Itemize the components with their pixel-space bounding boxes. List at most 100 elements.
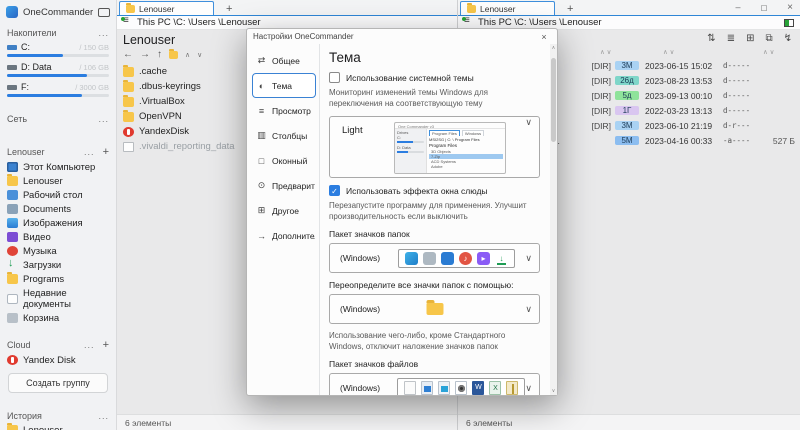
theme-selector-dropdown[interactable]: Light One Commander v3 Drives C: D: Data [329,116,540,178]
drive-d[interactable]: D: Data / 106 GB [0,60,116,80]
recycle-bin-icon [7,313,18,323]
dialog-close-icon[interactable]: × [537,32,551,42]
sidebar-item-downloads[interactable]: Загрузки [0,257,116,272]
sort-chevrons[interactable]: ∧ ∨ [600,48,611,56]
folder-icon-pack-dropdown[interactable]: (Windows) [329,243,540,273]
music-icon [459,251,472,265]
sidebar-item-documents[interactable]: Documents [0,202,116,216]
date-modified: 2023-08-23 13:53 [645,75,713,86]
favorites-add-button[interactable]: + [103,146,109,158]
flash-filter-icon[interactable]: ↯ [784,33,792,44]
left-tab-lenouser[interactable]: Lenouser [119,1,214,15]
override-label: Переопределите все значки папок с помощь… [329,280,514,290]
folder-icon [123,79,134,92]
breadcrumb[interactable]: This PC \C: \Users \Lenouser [478,17,602,28]
folder-icon [7,174,18,186]
right-tab-lenouser[interactable]: Lenouser [460,1,555,15]
pane-menu-icon[interactable] [462,15,473,27]
sidebar-item-music[interactable]: Музыка [0,244,116,258]
scrollbar-thumb[interactable] [551,58,556,142]
settings-dialog: Настройки OneCommander × Общее Тема Прос… [246,28,558,396]
eye-icon [256,180,267,191]
minimize-button[interactable] [732,2,744,13]
tab-label: Предварительн... [272,180,315,191]
history-menu-button[interactable]: ... [98,411,109,421]
favorites-section-header: Lenouser ... + [0,140,116,160]
sidebar-item-desktop[interactable]: Рабочий стол [0,188,116,202]
create-group-button[interactable]: Создать группу [8,373,108,393]
tab-preview[interactable]: Предварительн... [252,173,316,198]
collapse-icon[interactable]: ∧ [185,51,190,59]
new-tab-button[interactable]: + [214,3,244,15]
breadcrumb[interactable]: This PC \C: \Users \Lenouser [137,17,261,28]
grid-view-icon[interactable]: ⊞ [746,33,754,44]
yandex-disk-icon [123,126,134,137]
copy-icon[interactable]: ⧉ [765,33,772,44]
sort-icon[interactable]: ⇅ [707,33,715,44]
expand-icon[interactable]: ∨ [197,51,202,59]
display-icon[interactable] [98,7,110,17]
pane-menu-icon[interactable] [121,15,132,27]
file-pack-label: Пакет значков файлов [329,359,419,369]
preview-tab: Windows [461,130,485,136]
file-icon-pack-dropdown[interactable]: (Windows) [329,373,540,395]
sidebar-item-pictures[interactable]: Изображения [0,216,116,230]
layout-toggle-icon[interactable] [784,18,794,27]
checkbox-label: Использование системной темы [346,72,474,83]
blank-file-icon [404,381,417,395]
sidebar-item-recent[interactable]: Недавние документы [0,286,116,311]
theme-preview-thumbnail: One Commander v3 Drives C: D: Data Progr… [394,122,506,174]
preview-drive: C: [397,135,401,140]
dialog-scrollbar[interactable] [550,44,557,395]
mica-effect-checkbox[interactable] [329,185,340,196]
sidebar-item-lenouser[interactable]: Lenouser [0,174,116,188]
sidebar-item-recycle-bin[interactable]: Корзина [0,311,116,325]
list-view-icon[interactable]: ≣ [727,33,735,44]
close-button[interactable] [784,2,796,13]
preview-folder-heading: Program Files [429,143,458,148]
system-theme-checkbox[interactable] [329,72,340,83]
file-name: YandexDisk [139,126,189,137]
new-tab-button[interactable]: + [555,3,585,15]
video-icon [477,251,490,265]
sidebar-item-programs[interactable]: Programs [0,272,116,286]
drives-menu-button[interactable]: ... [98,28,109,38]
item-count: 6 элементы [125,417,172,428]
dialog-title: Настройки OneCommander [253,32,354,41]
sort-chevrons[interactable]: ∧ ∨ [763,48,774,56]
age-badge: 1Г [615,106,639,115]
tab-other[interactable]: Другое [252,198,316,223]
back-button[interactable]: ← [123,49,133,60]
dir-marker: [DIR] [591,105,611,116]
override-folder-icons-dropdown[interactable]: (Windows) [329,294,540,324]
maximize-button[interactable] [758,2,770,13]
drive-c[interactable]: C: / 150 GB [0,40,116,60]
favorites-menu-button[interactable]: ... [84,147,95,157]
theme-name: Light [342,125,363,136]
folder-icon [7,272,18,284]
network-menu-button[interactable]: ... [98,114,109,124]
chevron-down-icon [525,383,532,394]
folder-up-icon[interactable] [169,48,178,59]
sidebar-item-video[interactable]: Видео [0,230,116,244]
history-item-lenouser[interactable]: Lenouser [0,423,116,430]
sidebar-item-this-pc[interactable]: Этот Компьютер [0,160,116,174]
tab-view[interactable]: Просмотр [252,98,316,123]
sort-chevrons[interactable]: ∧ ∨ [663,48,674,56]
sidebar-item-yandex-disk[interactable]: Yandex Disk [0,353,116,367]
file-icon [123,141,134,152]
cloud-add-button[interactable]: + [103,339,109,351]
tab-general[interactable]: Общее [252,48,316,73]
date-modified: 2023-04-16 00:33 [645,135,713,146]
tab-label: Столбцы [272,130,308,141]
cloud-menu-button[interactable]: ... [84,340,95,350]
forward-button[interactable]: → [140,49,150,60]
up-button[interactable]: ↑ [157,49,162,60]
list-icon [256,106,267,116]
tab-advanced[interactable]: Дополнительно [252,223,316,248]
tab-columns[interactable]: Столбцы [252,123,316,148]
drive-f[interactable]: F: / 3000 GB [0,80,116,100]
tab-window[interactable]: Оконный [252,148,316,173]
tab-theme[interactable]: Тема [252,73,316,98]
dir-marker: [DIR] [591,75,611,86]
